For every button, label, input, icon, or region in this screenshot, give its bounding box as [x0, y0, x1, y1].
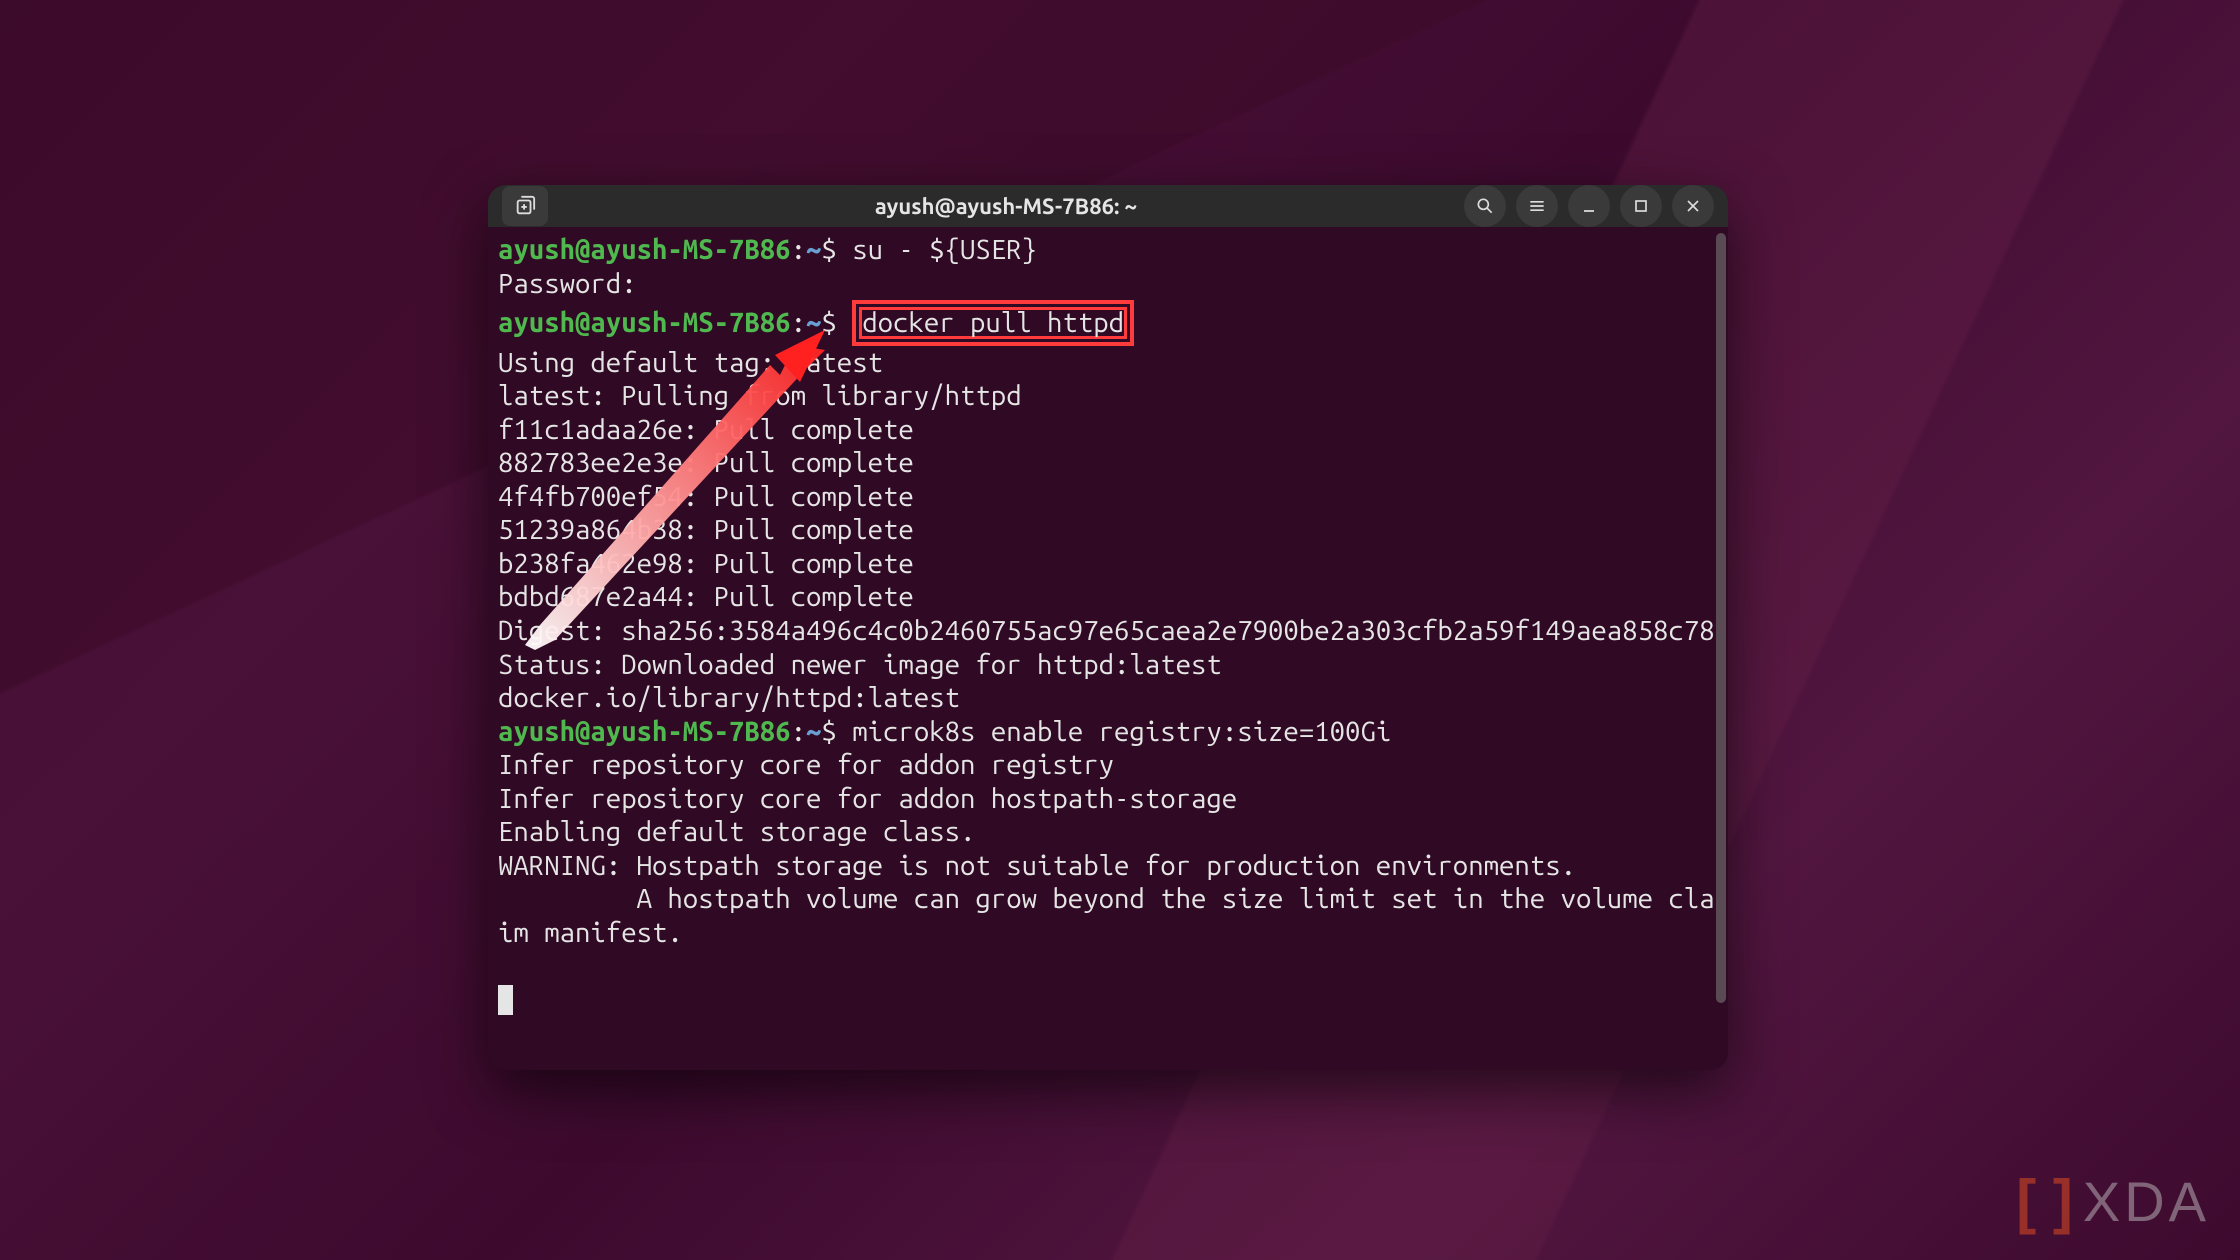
- window-title: ayush@ayush-MS-7B86: ~: [558, 194, 1454, 219]
- menu-button[interactable]: [1516, 185, 1558, 227]
- output-line: WARNING: Hostpath storage is not suitabl…: [498, 850, 1576, 881]
- output-line: Infer repository core for addon registry: [498, 749, 1114, 780]
- new-tab-button[interactable]: [502, 186, 548, 226]
- close-button[interactable]: [1672, 185, 1714, 227]
- window-controls: [1464, 185, 1714, 227]
- output-line: Password:: [498, 268, 652, 299]
- prompt-dollar: $: [821, 307, 836, 338]
- output-line: Using default tag: latest: [498, 347, 883, 378]
- terminal-window: ayush@ayush-MS-7B86: ~ ayush@ayush-MS-7B…: [488, 185, 1728, 1070]
- highlighted-command: docker pull httpd: [852, 300, 1134, 346]
- output-line: bdbd687e2a44: Pull complete: [498, 581, 929, 612]
- prompt-user-host: ayush@ayush-MS-7B86: [498, 234, 791, 265]
- output-line: f11c1adaa26e: Pull complete: [498, 414, 929, 445]
- scrollbar[interactable]: [1716, 233, 1726, 1003]
- prompt-separator: :: [791, 307, 806, 338]
- command-su: su - ${USER}: [852, 234, 1037, 265]
- maximize-button[interactable]: [1620, 185, 1662, 227]
- prompt-path: ~: [806, 307, 821, 338]
- output-line: latest: Pulling from library/httpd: [498, 380, 1022, 411]
- output-line: A hostpath volume can grow beyond the si…: [498, 883, 1715, 948]
- command-docker-pull: docker pull httpd: [862, 307, 1124, 338]
- watermark-bracket-icon: [ ]: [2016, 1167, 2073, 1236]
- output-line: Infer repository core for addon hostpath…: [498, 783, 1237, 814]
- titlebar: ayush@ayush-MS-7B86: ~: [488, 185, 1728, 227]
- search-button[interactable]: [1464, 185, 1506, 227]
- prompt-user-host: ayush@ayush-MS-7B86: [498, 716, 791, 747]
- output-line: 882783ee2e3e: Pull complete: [498, 447, 929, 478]
- watermark-text: XDA: [2083, 1169, 2210, 1234]
- prompt-separator: :: [791, 716, 806, 747]
- prompt-user-host: ayush@ayush-MS-7B86: [498, 307, 791, 338]
- terminal-cursor: [498, 985, 513, 1015]
- output-line: 51239a864b38: Pull complete: [498, 514, 929, 545]
- output-line: Status: Downloaded newer image for httpd…: [498, 649, 1222, 680]
- output-line: docker.io/library/httpd:latest: [498, 682, 960, 713]
- prompt-path: ~: [806, 234, 821, 265]
- minimize-button[interactable]: [1568, 185, 1610, 227]
- watermark: [ ] XDA: [2016, 1167, 2210, 1236]
- output-line: Digest: sha256:3584a496c4c0b2460755ac97e…: [498, 615, 1715, 646]
- command-microk8s: microk8s enable registry:size=100Gi: [852, 716, 1391, 747]
- prompt-dollar: $: [821, 234, 836, 265]
- prompt-path: ~: [806, 716, 821, 747]
- prompt-dollar: $: [821, 716, 836, 747]
- prompt-separator: :: [791, 234, 806, 265]
- output-line: Enabling default storage class.: [498, 816, 975, 847]
- output-line: b238fa462e98: Pull complete: [498, 548, 929, 579]
- terminal-output[interactable]: ayush@ayush-MS-7B86:~$ su - ${USER} Pass…: [488, 227, 1728, 1070]
- output-line: 4f4fb700ef54: Pull complete: [498, 481, 929, 512]
